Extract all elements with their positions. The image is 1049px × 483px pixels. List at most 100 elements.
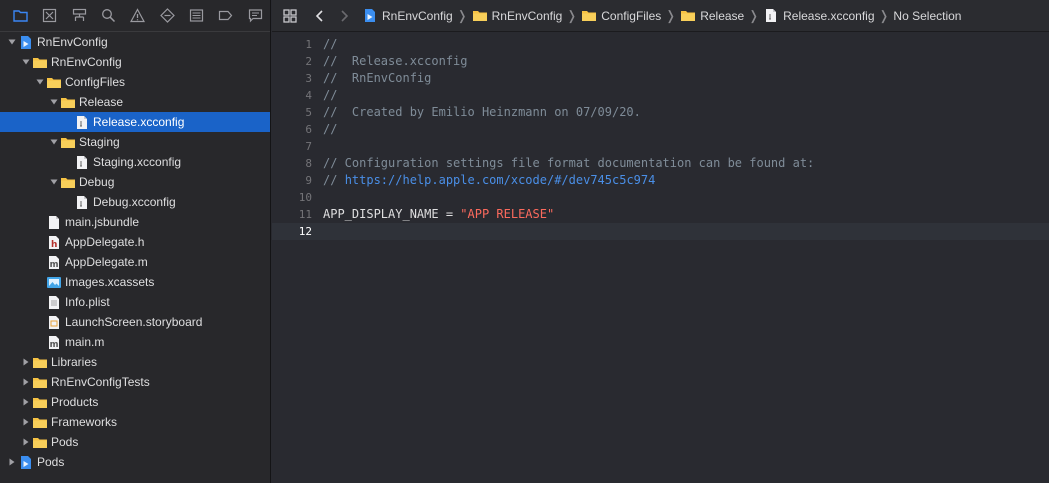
file-tree-row[interactable]: Release.xcconfig <box>0 112 270 132</box>
disclosure-triangle-icon[interactable] <box>20 432 32 452</box>
file-tree-row[interactable]: Info.plist <box>0 292 270 312</box>
file-tree-row[interactable]: LaunchScreen.storyboard <box>0 312 270 332</box>
code-line[interactable]: 1 // <box>272 36 1049 53</box>
code-editor[interactable]: 1 // 2 // Release.xcconfig 3 // RnEnvConfig 4 /… <box>272 33 1049 483</box>
file-tree-row[interactable]: Pods <box>0 432 270 452</box>
code-text: APP_DISPLAY_NAME = "APP RELEASE" <box>323 206 554 223</box>
file-icon <box>46 214 62 230</box>
xcconfig-file-icon <box>74 154 90 170</box>
code-line[interactable]: 5 // Created by Emilio Heinzmann on 07/09… <box>272 104 1049 121</box>
line-number: 12 <box>298 225 312 238</box>
code-line[interactable]: 10 <box>272 189 1049 206</box>
folder-icon <box>32 374 48 390</box>
breadcrumb-label: Release <box>700 8 745 23</box>
breadcrumb-item[interactable]: ConfigFiles <box>579 4 663 28</box>
comment-text: // <box>323 37 338 51</box>
line-number: 8 <box>305 157 312 170</box>
project-navigator-icon[interactable] <box>6 0 35 32</box>
disclosure-triangle-icon[interactable] <box>20 352 32 372</box>
code-line[interactable]: 8 // Configuration settings file format d… <box>272 155 1049 172</box>
breadcrumb-item[interactable]: RnEnvConfig <box>470 4 565 28</box>
file-tree-row[interactable]: main.jsbundle <box>0 212 270 232</box>
file-tree: RnEnvConfig RnEnvConfig ConfigFiles Release… <box>0 32 270 472</box>
disclosure-triangle-icon[interactable] <box>20 52 32 72</box>
file-tree-row[interactable]: Debug <box>0 172 270 192</box>
comment-text: // <box>323 122 338 136</box>
forward-arrow-icon[interactable] <box>332 4 356 28</box>
file-tree-label: Staging.xcconfig <box>93 155 182 169</box>
breadcrumb-item[interactable]: RnEnvConfig <box>360 4 455 28</box>
disclosure-triangle-icon[interactable] <box>48 132 60 152</box>
file-tree-label: AppDelegate.h <box>65 235 145 249</box>
breakpoint-navigator-icon[interactable] <box>211 0 240 32</box>
file-tree-label: main.jsbundle <box>65 215 140 229</box>
file-tree-label: Release <box>79 95 124 109</box>
disclosure-triangle-icon[interactable] <box>20 372 32 392</box>
disclosure-triangle-icon[interactable] <box>6 452 18 472</box>
breadcrumb-item[interactable]: Release.xcconfig <box>761 4 876 28</box>
breadcrumb: RnEnvConfig ❭ RnEnvConfig ❭ ConfigFiles ❭ Rele… <box>360 4 963 28</box>
test-navigator-icon[interactable] <box>153 0 182 32</box>
breadcrumb-separator-icon: ❭ <box>456 7 468 23</box>
file-tree-row[interactable]: RnEnvConfig <box>0 32 270 52</box>
code-line[interactable]: 7 <box>272 138 1049 155</box>
folder-icon <box>32 354 48 370</box>
comment-text: // Configuration settings file format do… <box>323 156 815 170</box>
back-arrow-icon[interactable] <box>308 4 332 28</box>
code-line[interactable]: 9 // https://help.apple.com/xcode/#/dev74… <box>272 172 1049 189</box>
file-tree-label: Pods <box>37 455 65 469</box>
breadcrumb-item[interactable]: No Selection <box>891 4 963 28</box>
code-line[interactable]: 6 // <box>272 121 1049 138</box>
report-navigator-icon[interactable] <box>241 0 270 32</box>
disclosure-triangle-icon[interactable] <box>20 392 32 412</box>
file-tree-row[interactable]: RnEnvConfigTests <box>0 372 270 392</box>
file-tree-label: ConfigFiles <box>65 75 126 89</box>
file-tree-row[interactable]: Frameworks <box>0 412 270 432</box>
file-tree-row[interactable]: Staging <box>0 132 270 152</box>
disclosure-triangle-icon[interactable] <box>48 172 60 192</box>
file-tree-row[interactable]: Images.xcassets <box>0 272 270 292</box>
issue-navigator-icon[interactable] <box>123 0 152 32</box>
file-tree-row[interactable]: RnEnvConfig <box>0 52 270 72</box>
code-line[interactable]: 2 // Release.xcconfig <box>272 53 1049 70</box>
file-tree-row[interactable]: Release <box>0 92 270 112</box>
disclosure-triangle-icon[interactable] <box>48 92 60 112</box>
breadcrumb-separator-icon: ❭ <box>878 7 890 23</box>
breadcrumb-label: Release.xcconfig <box>783 8 875 23</box>
debug-navigator-icon[interactable] <box>182 0 211 32</box>
find-icon[interactable] <box>94 0 123 32</box>
line-number: 2 <box>305 55 312 68</box>
related-items-grid-icon[interactable] <box>278 4 302 28</box>
breadcrumb-item[interactable]: Release <box>678 4 746 28</box>
file-tree-row[interactable]: m AppDelegate.m <box>0 252 270 272</box>
disclosure-triangle-icon[interactable] <box>6 32 18 52</box>
source-control-icon[interactable] <box>35 0 64 32</box>
file-tree-label: Release.xcconfig <box>93 115 185 129</box>
file-tree-row[interactable]: Staging.xcconfig <box>0 152 270 172</box>
disclosure-triangle-icon[interactable] <box>34 72 46 92</box>
symbol-navigator-icon[interactable] <box>65 0 94 32</box>
file-tree-row[interactable]: Products <box>0 392 270 412</box>
code-line[interactable]: 3 // RnEnvConfig <box>272 70 1049 87</box>
file-tree-row[interactable]: Libraries <box>0 352 270 372</box>
line-number: 9 <box>305 174 312 187</box>
comment-text: // <box>323 88 338 102</box>
file-tree-row[interactable]: m main.m <box>0 332 270 352</box>
current-code-line[interactable]: 12 <box>272 223 1049 240</box>
disclosure-triangle-icon[interactable] <box>20 412 32 432</box>
code-line[interactable]: 11 APP_DISPLAY_NAME = "APP RELEASE" <box>272 206 1049 223</box>
code-text: // Configuration settings file format do… <box>323 155 814 172</box>
xcconfig-file-icon <box>763 8 779 24</box>
file-tree-row[interactable]: ConfigFiles <box>0 72 270 92</box>
folder-icon <box>581 8 597 24</box>
code-line[interactable]: 4 // <box>272 87 1049 104</box>
file-tree-row[interactable]: h AppDelegate.h <box>0 232 270 252</box>
file-tree-label: Frameworks <box>51 415 118 429</box>
documentation-link[interactable]: https://help.apple.com/xcode/#/dev745c5c… <box>345 173 656 187</box>
code-token: APP_DISPLAY_NAME = <box>323 207 461 221</box>
line-number: 6 <box>305 123 312 136</box>
file-tree-row[interactable]: Debug.xcconfig <box>0 192 270 212</box>
folder-icon <box>60 94 76 110</box>
file-tree-row[interactable]: Pods <box>0 452 270 472</box>
